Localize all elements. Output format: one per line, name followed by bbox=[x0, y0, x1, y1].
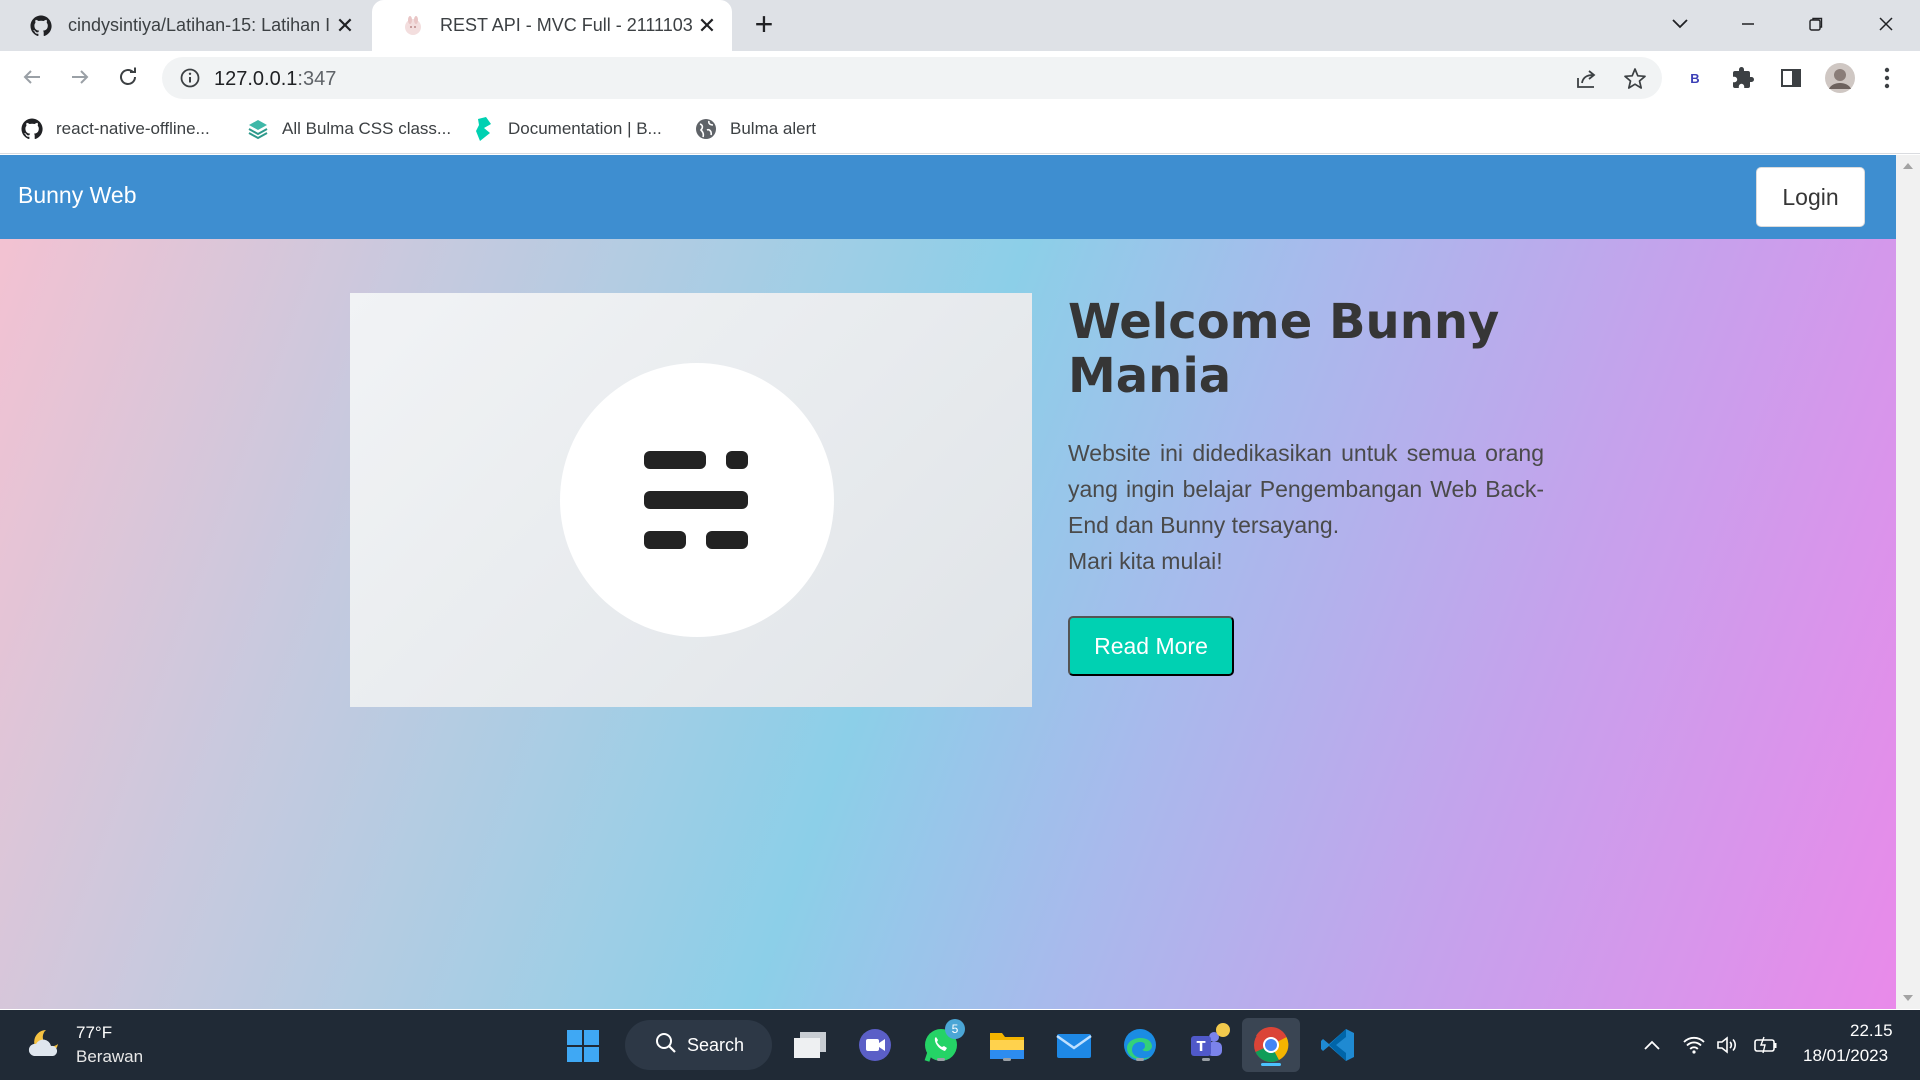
bunny-icon bbox=[400, 13, 426, 39]
stack-icon bbox=[246, 117, 270, 141]
minimize-icon[interactable] bbox=[1728, 6, 1768, 42]
svg-text:T: T bbox=[1197, 1040, 1206, 1055]
bookmarks-bar: react-native-offline... All Bulma CSS cl… bbox=[0, 104, 1920, 154]
forward-icon[interactable] bbox=[62, 59, 98, 95]
scroll-down-arrow-icon[interactable] bbox=[1903, 995, 1913, 1001]
teams-chat-icon[interactable] bbox=[853, 1023, 897, 1067]
image-placeholder-icon bbox=[560, 363, 834, 637]
hero-call-to-action-text: Mari kita mulai! bbox=[1068, 548, 1223, 574]
tab-strip: cindysintiya/Latihan-15: Latihan I ✕ RES… bbox=[0, 0, 1920, 51]
address-bar[interactable]: 127.0.0.1:347 bbox=[162, 57, 1662, 99]
page-scrollbar[interactable] bbox=[1896, 155, 1920, 1009]
new-tab-button[interactable]: + bbox=[748, 8, 780, 41]
extension-b-icon[interactable]: B bbox=[1682, 65, 1708, 91]
globe-icon bbox=[694, 117, 718, 141]
page-content: Bunny Web Login Welcome Bunny Mania Webs… bbox=[0, 155, 1896, 1009]
bookmark-star-icon[interactable] bbox=[1622, 66, 1648, 92]
site-navbar: Bunny Web Login bbox=[0, 155, 1896, 239]
search-icon bbox=[655, 1032, 677, 1059]
show-hidden-icons-chevron-icon[interactable] bbox=[1638, 1031, 1666, 1059]
edge-browser-icon[interactable] bbox=[1118, 1023, 1162, 1067]
close-window-icon[interactable] bbox=[1866, 6, 1906, 42]
task-view-icon[interactable] bbox=[788, 1023, 832, 1067]
whatsapp-icon[interactable]: 5 bbox=[919, 1019, 965, 1067]
navbar-brand[interactable]: Bunny Web bbox=[18, 182, 136, 209]
url-text: 127.0.0.1:347 bbox=[214, 68, 337, 90]
extensions-puzzle-icon[interactable] bbox=[1730, 65, 1756, 91]
file-explorer-icon[interactable] bbox=[985, 1023, 1029, 1067]
reload-icon[interactable] bbox=[110, 59, 146, 95]
windows-start-icon[interactable] bbox=[566, 1029, 600, 1063]
weather-cloudy-moon-icon[interactable] bbox=[26, 1024, 66, 1064]
close-tab-icon[interactable]: ✕ bbox=[330, 11, 360, 41]
back-icon[interactable] bbox=[14, 59, 50, 95]
hero-description: Website ini didedikasikan untuk semua or… bbox=[1068, 440, 1544, 538]
vscode-icon[interactable] bbox=[1316, 1023, 1360, 1067]
volume-icon[interactable] bbox=[1714, 1031, 1742, 1059]
weather-temperature[interactable]: 77°F bbox=[76, 1023, 112, 1043]
microsoft-teams-icon[interactable]: T bbox=[1184, 1023, 1230, 1067]
tab-github[interactable]: cindysintiya/Latihan-15: Latihan I ✕ bbox=[0, 0, 370, 51]
scroll-up-arrow-icon[interactable] bbox=[1903, 163, 1913, 169]
clock-date[interactable]: 18/01/2023 bbox=[1803, 1046, 1888, 1066]
search-label: Search bbox=[687, 1034, 745, 1055]
wifi-icon[interactable] bbox=[1680, 1031, 1708, 1059]
tab-title: REST API - MVC Full - 211110347 bbox=[440, 15, 692, 35]
browser-toolbar: 127.0.0.1:347 B bbox=[0, 51, 1920, 104]
bookmark-label: Bulma alert bbox=[730, 119, 816, 138]
tab-title: cindysintiya/Latihan-15: Latihan I bbox=[68, 15, 330, 35]
bookmark-label: Documentation | B... bbox=[508, 119, 662, 138]
taskbar-search[interactable]: Search bbox=[625, 1020, 772, 1070]
bookmark-bulma-classes[interactable]: All Bulma CSS class... bbox=[246, 114, 451, 144]
bookmark-label: react-native-offline... bbox=[56, 119, 210, 138]
menu-kebab-icon[interactable] bbox=[1874, 65, 1900, 91]
login-button[interactable]: Login bbox=[1756, 167, 1865, 227]
mail-icon[interactable] bbox=[1052, 1023, 1096, 1067]
status-badge bbox=[1216, 1023, 1230, 1037]
chrome-browser-icon[interactable] bbox=[1242, 1018, 1300, 1072]
restore-icon[interactable] bbox=[1796, 6, 1836, 42]
close-tab-icon[interactable]: ✕ bbox=[692, 11, 722, 41]
github-icon bbox=[28, 13, 54, 39]
bookmark-react-native[interactable]: react-native-offline... bbox=[20, 114, 210, 144]
share-icon[interactable] bbox=[1574, 66, 1600, 92]
read-more-button[interactable]: Read More bbox=[1068, 616, 1234, 676]
clock-time[interactable]: 22.15 bbox=[1850, 1021, 1893, 1041]
battery-charging-icon[interactable] bbox=[1752, 1031, 1780, 1059]
windows-taskbar: 77°F Berawan Search 5 T 22.15 18/01/2023 bbox=[0, 1010, 1920, 1080]
tab-rest-api[interactable]: REST API - MVC Full - 211110347 ✕ bbox=[372, 0, 732, 51]
site-info-icon[interactable] bbox=[178, 66, 202, 90]
bulma-icon bbox=[472, 117, 496, 141]
profile-avatar[interactable] bbox=[1824, 62, 1856, 94]
bookmark-label: All Bulma CSS class... bbox=[282, 119, 452, 138]
bookmark-documentation[interactable]: Documentation | B... bbox=[472, 114, 662, 144]
hero-title: Welcome Bunny Mania bbox=[1068, 294, 1500, 404]
weather-condition[interactable]: Berawan bbox=[76, 1047, 143, 1067]
hero-image-placeholder bbox=[350, 293, 1032, 707]
bookmark-bulma-alert[interactable]: Bulma alert bbox=[694, 114, 816, 144]
github-icon bbox=[20, 117, 44, 141]
tab-search-icon[interactable] bbox=[1660, 6, 1700, 42]
notification-badge: 5 bbox=[945, 1019, 965, 1039]
side-panel-icon[interactable] bbox=[1778, 65, 1804, 91]
